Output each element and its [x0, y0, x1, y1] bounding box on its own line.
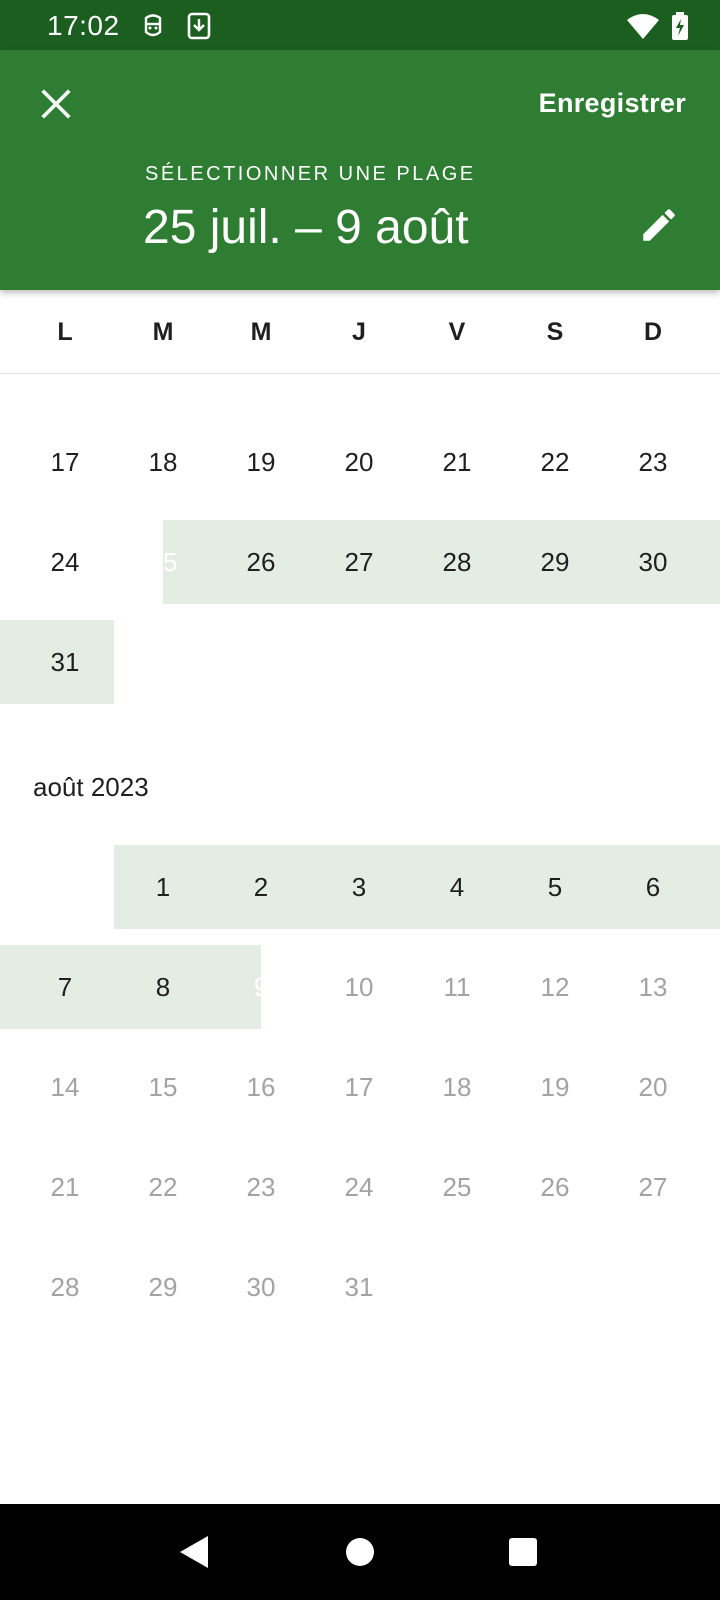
status-time: 17:02: [47, 10, 120, 41]
calendar-day[interactable]: 24: [16, 520, 114, 604]
calendar-day-disabled: 31: [344, 1271, 374, 1302]
face-icon: [144, 14, 162, 37]
calendar-day-in-range[interactable]: 4: [408, 845, 506, 929]
calendar-day-disabled: 25: [442, 1171, 472, 1202]
calendar-day-in-range[interactable]: 2: [212, 845, 310, 929]
calendar-day-disabled: 18: [442, 1071, 472, 1102]
weekday-label: S: [546, 318, 564, 346]
weekday-label: J: [352, 318, 366, 346]
weekday-header: L M M J V S D: [0, 290, 720, 374]
calendar-day-disabled: 26: [540, 1171, 570, 1202]
weekday-label: L: [57, 318, 73, 346]
calendar-day[interactable]: 21: [408, 420, 506, 504]
calendar-day-disabled: 13: [638, 971, 668, 1002]
calendar-day-disabled: 10: [344, 971, 374, 1002]
calendar-day-disabled: 11: [443, 971, 471, 1002]
weekday-label: D: [643, 318, 663, 346]
calendar-day-in-range[interactable]: 31: [16, 620, 114, 704]
calendar-day-disabled: 22: [148, 1171, 178, 1202]
status-bar: 17:02: [0, 0, 720, 50]
calendar-day[interactable]: 19: [212, 420, 310, 504]
calendar-day-disabled: 30: [246, 1271, 276, 1302]
calendar-day[interactable]: 18: [114, 420, 212, 504]
calendar-day-in-range[interactable]: 8: [114, 945, 212, 1029]
calendar-day-disabled: 23: [246, 1171, 276, 1202]
selected-range-text: 25 juil. – 9 août: [143, 201, 469, 254]
calendar-day-in-range[interactable]: 27: [310, 520, 408, 604]
download-icon: [187, 12, 211, 40]
calendar-day-in-range[interactable]: 3: [310, 845, 408, 929]
calendar-day-disabled: 28: [50, 1271, 80, 1302]
wifi-icon: [627, 14, 659, 39]
calendar-day-in-range[interactable]: 5: [506, 845, 604, 929]
weekday-label: V: [448, 318, 466, 346]
calendar-day-in-range[interactable]: 1: [114, 845, 212, 929]
close-icon[interactable]: [36, 84, 76, 124]
calendar-day-disabled: 21: [50, 1171, 80, 1202]
calendar-day-in-range[interactable]: 29: [506, 520, 604, 604]
calendar-day-disabled: 12: [540, 971, 570, 1002]
calendar-day[interactable]: 17: [16, 420, 114, 504]
date-range-header: Enregistrer SÉLECTIONNER UNE PLAGE 25 ju…: [0, 50, 720, 290]
calendar-day[interactable]: 20: [310, 420, 408, 504]
calendar-day-disabled: 27: [638, 1171, 668, 1202]
calendar-day-in-range[interactable]: 6: [604, 845, 702, 929]
calendar-day[interactable]: 23: [604, 420, 702, 504]
calendar-day-disabled: 17: [344, 1071, 374, 1102]
battery-charging-icon: [672, 12, 688, 40]
calendar-day[interactable]: 22: [506, 420, 604, 504]
calendar-day-disabled: 14: [50, 1071, 80, 1102]
calendar-day-disabled: 15: [148, 1071, 178, 1102]
calendar-day-disabled: 16: [246, 1071, 276, 1102]
calendar-day-in-range[interactable]: 30: [604, 520, 702, 604]
calendar-day-range-end[interactable]: 9: [212, 945, 310, 1029]
system-nav-bar: [0, 1504, 720, 1600]
home-icon[interactable]: [342, 1534, 378, 1570]
header-overline: SÉLECTIONNER UNE PLAGE: [145, 163, 476, 185]
calendar-day-disabled: 24: [344, 1171, 374, 1202]
calendar-day-in-range[interactable]: 26: [212, 520, 310, 604]
calendar-day-in-range[interactable]: 28: [408, 520, 506, 604]
calendar-day-disabled: 20: [638, 1071, 668, 1102]
month-label: août 2023: [33, 772, 149, 802]
weekday-label: M: [250, 318, 272, 346]
calendar-day-disabled: 19: [540, 1071, 570, 1102]
save-button[interactable]: Enregistrer: [539, 88, 686, 119]
calendar-day-in-range[interactable]: 7: [16, 945, 114, 1029]
back-icon[interactable]: [176, 1534, 212, 1570]
calendar-day-range-start[interactable]: 25: [114, 520, 212, 604]
pencil-icon[interactable]: [638, 204, 680, 246]
recents-icon[interactable]: [505, 1534, 541, 1570]
calendar-day-disabled: 29: [148, 1271, 178, 1302]
weekday-label: M: [152, 318, 174, 346]
